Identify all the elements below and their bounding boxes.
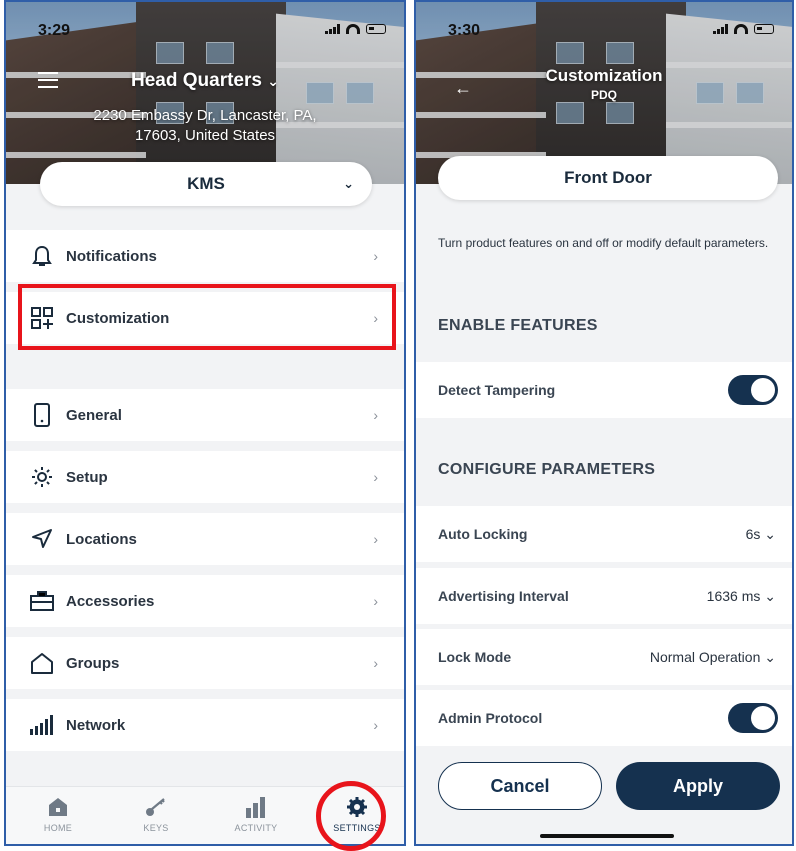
chevron-right-icon: › <box>373 655 378 671</box>
status-icons <box>713 24 774 34</box>
tab-activity[interactable]: ACTIVITY <box>216 795 296 833</box>
address-line-1: 2230 Embassy Dr, Lancaster, PA, <box>93 107 317 124</box>
tab-keys[interactable]: KEYS <box>116 795 196 833</box>
cancel-button[interactable]: Cancel <box>438 762 602 810</box>
chevron-down-icon: ⌄ <box>764 587 776 604</box>
param-value-dropdown[interactable]: 6s ⌄ <box>746 526 776 543</box>
tab-label: KEYS <box>143 823 169 833</box>
description-text: Turn product features on and off or modi… <box>438 236 769 250</box>
chevron-right-icon: › <box>373 593 378 609</box>
tab-label: HOME <box>43 823 73 833</box>
house-icon <box>28 649 56 677</box>
key-icon <box>116 795 196 819</box>
gear-icon <box>28 463 56 491</box>
menu-item-label: Groups <box>66 654 120 672</box>
chevron-down-icon: ⌄ <box>267 73 279 89</box>
row-label: Detect Tampering <box>438 382 556 398</box>
param-value-dropdown[interactable]: 1636 ms ⌄ <box>707 588 776 605</box>
menu-item-label: Setup <box>66 468 108 486</box>
home-icon <box>18 795 98 819</box>
cellular-signal-icon <box>713 24 728 34</box>
battery-icon <box>754 24 774 34</box>
detect-tampering-toggle[interactable] <box>728 375 778 405</box>
param-row-admin-protocol: Admin Protocol <box>416 690 792 746</box>
cellular-signal-icon <box>325 24 340 34</box>
chevron-right-icon: › <box>373 717 378 733</box>
bar-chart-icon <box>216 795 296 819</box>
status-time: 3:29 <box>38 22 71 39</box>
param-value: 6s <box>745 525 761 542</box>
param-row-auto-locking[interactable]: Auto Locking 6s ⌄ <box>416 506 792 562</box>
status-time: 3:30 <box>448 22 481 39</box>
battery-icon <box>366 24 386 34</box>
wifi-icon <box>734 24 748 34</box>
chevron-down-icon: ⌄ <box>764 648 776 665</box>
tab-label: ACTIVITY <box>234 823 278 833</box>
apply-button[interactable]: Apply <box>616 762 780 810</box>
screen-subtitle: PDQ <box>590 88 617 102</box>
phone-icon <box>28 401 56 429</box>
menu-item-general[interactable]: General › <box>6 389 404 441</box>
navigation-arrow-icon <box>28 525 56 553</box>
feature-row-detect-tampering: Detect Tampering <box>416 362 792 418</box>
menu-item-notifications[interactable]: Notifications › <box>6 230 404 282</box>
menu-item-network[interactable]: Network › <box>6 699 404 751</box>
row-label: Advertising Interval <box>438 588 569 604</box>
menu-item-label: General <box>66 406 122 424</box>
chevron-right-icon: › <box>373 248 378 264</box>
site-selector[interactable]: KMS ⌄ <box>40 162 372 206</box>
address-line-2: 17603, United States <box>134 127 276 144</box>
param-row-lock-mode[interactable]: Lock Mode Normal Operation ⌄ <box>416 629 792 685</box>
screen-title: Customization <box>545 66 663 85</box>
menu-item-setup[interactable]: Setup › <box>6 451 404 503</box>
menu-item-groups[interactable]: Groups › <box>6 637 404 689</box>
settings-tab-highlight-circle <box>316 781 386 851</box>
admin-protocol-toggle[interactable] <box>728 703 778 733</box>
param-row-advertising-interval[interactable]: Advertising Interval 1636 ms ⌄ <box>416 568 792 624</box>
status-icons <box>325 24 386 34</box>
menu-item-locations[interactable]: Locations › <box>6 513 404 565</box>
location-title[interactable]: Head Quarters ⌄ <box>6 70 404 92</box>
location-address: 2230 Embassy Dr, Lancaster, PA, 17603, U… <box>6 106 404 146</box>
menu-item-label: Notifications <box>66 247 157 265</box>
menu-item-label: Network <box>66 716 126 734</box>
section-title-configure-parameters: CONFIGURE PARAMETERS <box>438 461 656 478</box>
door-selector[interactable]: Front Door <box>438 156 778 200</box>
customization-screen: 3:30 ← Customization PDQ Front Door Turn… <box>414 0 794 846</box>
wifi-icon <box>346 24 360 34</box>
door-selector-value: Front Door <box>564 168 652 187</box>
row-label: Admin Protocol <box>438 710 543 726</box>
chevron-right-icon: › <box>373 469 378 485</box>
param-value-dropdown[interactable]: Normal Operation ⌄ <box>650 649 776 666</box>
section-title-enable-features: ENABLE FEATURES <box>438 317 598 334</box>
signal-bars-icon <box>28 711 56 739</box>
customization-highlight-box <box>18 284 396 350</box>
menu-item-label: Accessories <box>66 592 155 610</box>
param-value: Normal Operation <box>649 648 761 665</box>
menu-item-label: Locations <box>66 530 137 548</box>
chevron-right-icon: › <box>373 531 378 547</box>
row-label: Auto Locking <box>438 526 528 542</box>
tab-home[interactable]: HOME <box>18 795 98 833</box>
home-indicator <box>540 834 674 838</box>
location-name: Head Quarters <box>131 70 262 91</box>
row-label: Lock Mode <box>438 649 512 665</box>
toolbox-icon <box>28 587 56 615</box>
chevron-right-icon: › <box>373 407 378 423</box>
settings-screen: 3:29 Head Quarters ⌄ 2230 Embassy Dr, La… <box>4 0 406 846</box>
site-selector-value: KMS <box>187 174 225 193</box>
chevron-down-icon: ⌄ <box>343 176 354 191</box>
chevron-down-icon: ⌄ <box>764 525 776 542</box>
param-value: 1636 ms <box>706 587 761 604</box>
bell-icon <box>28 242 56 270</box>
menu-item-accessories[interactable]: Accessories › <box>6 575 404 627</box>
